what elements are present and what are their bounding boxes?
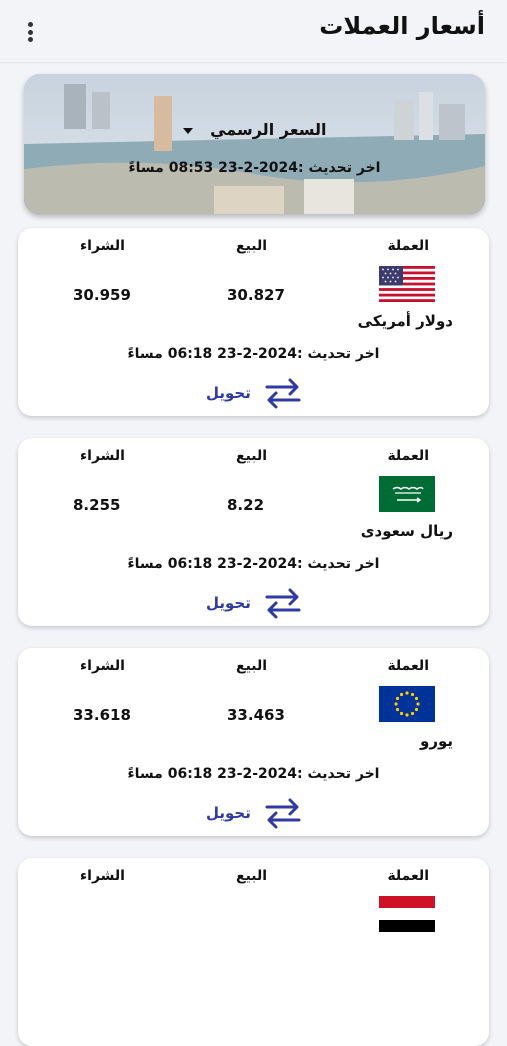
sell-column-header: البيع <box>236 658 268 674</box>
currency-card[interactable]: العملة البيع الشراء دولار أمريكى 30.827 … <box>18 228 489 416</box>
currency-column-header: العملة <box>387 658 429 674</box>
app-bar: أسعار العملات <box>0 0 507 62</box>
sell-column-header: البيع <box>236 868 268 884</box>
buy-column-header: الشراء <box>80 448 125 464</box>
currency-card[interactable]: العملة البيع الشراء ريال سعودى 8.22 8.25… <box>18 438 489 626</box>
rate-type-label: السعر الرسمي <box>210 120 327 139</box>
currency-name: يورو <box>420 732 453 750</box>
sell-price: 33.463 <box>227 706 285 724</box>
currency-name: دولار أمريكى <box>357 312 453 330</box>
sell-price: 30.827 <box>227 286 285 304</box>
us-flag-icon <box>379 266 435 302</box>
banner-last-update: اخر تحديث :2024-2-23 08:53 مساءً <box>128 160 381 176</box>
rate-type-dropdown[interactable]: السعر الرسمي <box>24 120 485 139</box>
buy-price: 30.959 <box>73 286 131 304</box>
buy-column-header: الشراء <box>80 868 125 884</box>
sell-price: 8.22 <box>227 496 265 514</box>
convert-label: تحويل <box>206 384 251 402</box>
currency-last-update: اخر تحديث :2024-2-23 06:18 مساءً <box>127 346 380 362</box>
convert-button[interactable]: تحويل <box>206 376 303 410</box>
sell-column-header: البيع <box>236 238 268 254</box>
buy-column-header: الشراء <box>80 238 125 254</box>
flag-icon <box>379 896 435 932</box>
convert-label: تحويل <box>206 804 251 822</box>
currency-column-header: العملة <box>387 448 429 464</box>
currency-column-header: العملة <box>387 238 429 254</box>
swap-arrows-icon <box>265 798 301 829</box>
currency-name: ريال سعودى <box>360 522 453 540</box>
convert-button[interactable]: تحويل <box>206 586 303 620</box>
convert-button[interactable]: تحويل <box>206 796 303 830</box>
buy-column-header: الشراء <box>80 658 125 674</box>
currency-last-update: اخر تحديث :2024-2-23 06:18 مساءً <box>127 556 380 572</box>
currency-column-header: العملة <box>387 868 429 884</box>
chevron-down-icon <box>182 127 193 134</box>
page-title: أسعار العملات <box>319 12 485 40</box>
saudi-flag-icon <box>379 476 435 512</box>
currency-card[interactable]: العملة البيع الشراء يورو 33.463 33.618 ا… <box>18 648 489 836</box>
swap-arrows-icon <box>265 588 301 619</box>
swap-arrows-icon <box>265 378 301 409</box>
buy-price: 8.255 <box>73 496 121 514</box>
more-vert-icon[interactable] <box>18 18 42 46</box>
sell-column-header: البيع <box>236 448 268 464</box>
currency-last-update: اخر تحديث :2024-2-23 06:18 مساءً <box>127 766 380 782</box>
rate-banner: السعر الرسمي اخر تحديث :2024-2-23 08:53 … <box>24 74 485 214</box>
buy-price: 33.618 <box>73 706 131 724</box>
currency-card[interactable]: العملة البيع الشراء <box>18 858 489 1046</box>
convert-label: تحويل <box>206 594 251 612</box>
eu-flag-icon <box>379 686 435 722</box>
